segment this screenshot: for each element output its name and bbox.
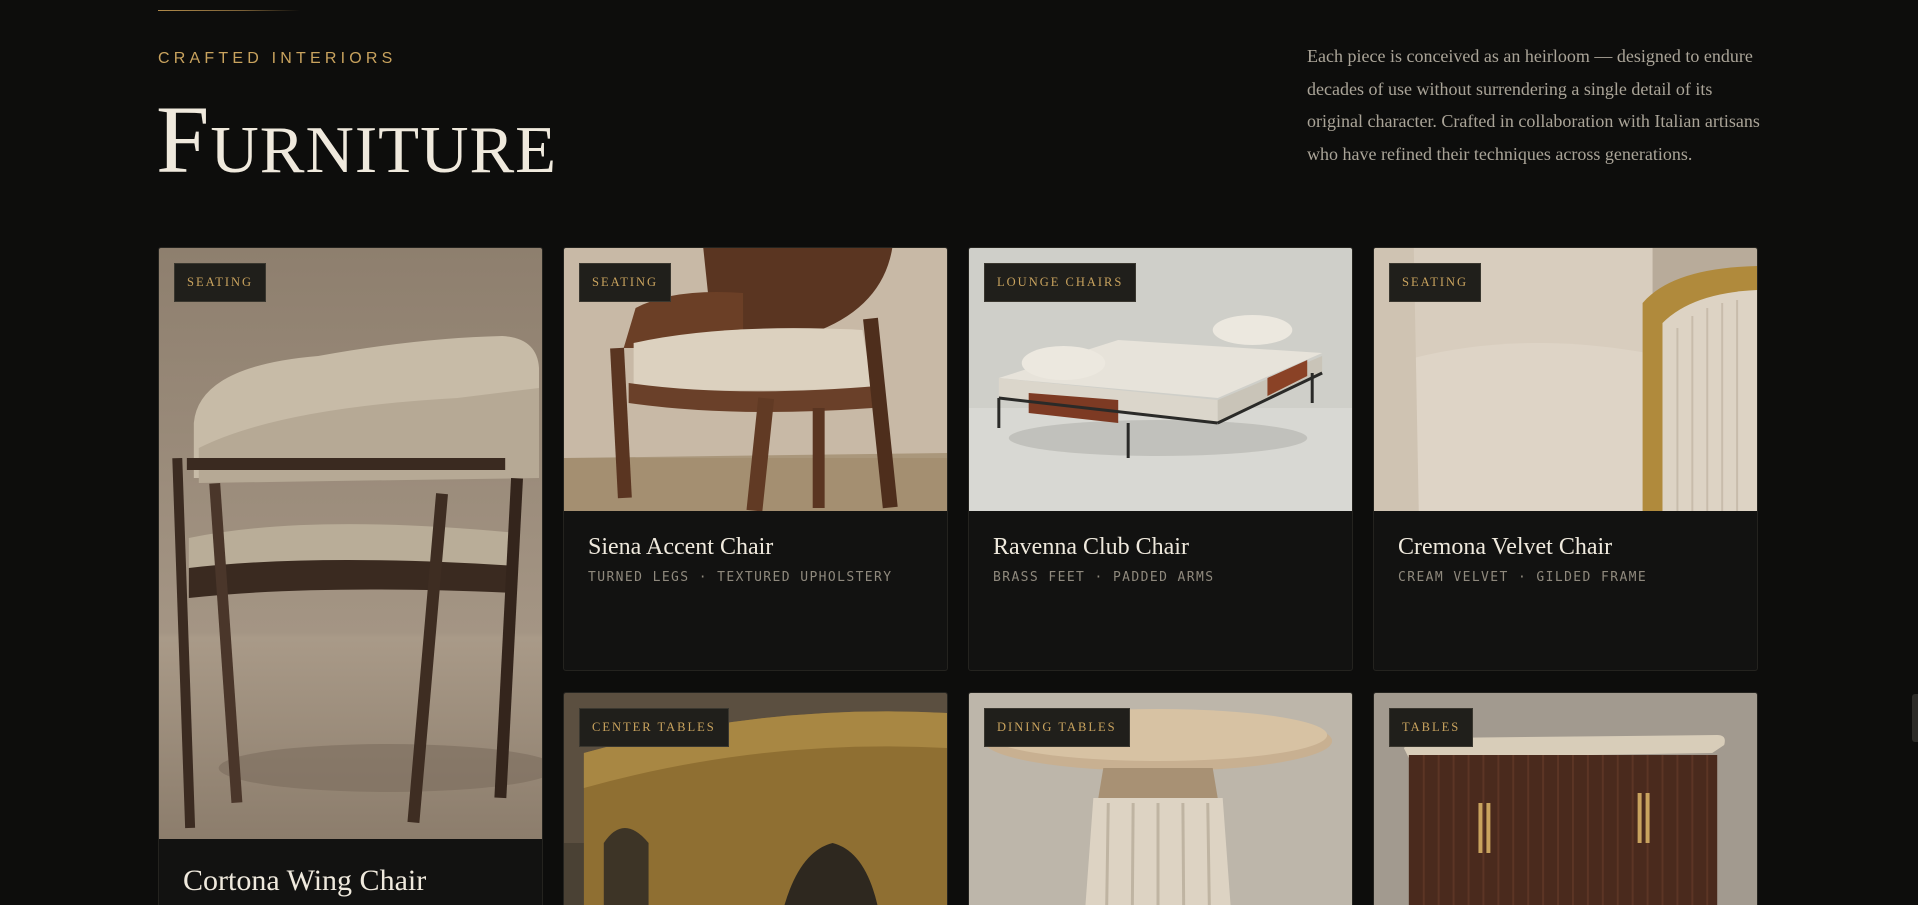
product-card-ravenna[interactable]: LOUNGE CHAIRS Ravenna Club Chair BRASS F…: [968, 247, 1353, 671]
cortona-chair-image: SEATING: [159, 248, 542, 839]
dining-table-image: DINING TABLES: [969, 693, 1352, 905]
intro-text: Each piece is conceived as an heirloom —…: [1307, 46, 1760, 164]
category-badge: SEATING: [579, 263, 672, 302]
product-card-cortona[interactable]: SEATING Cortona Wing Chair: [158, 247, 543, 905]
siena-chair-image: SEATING: [564, 248, 947, 511]
sideboard-image: TABLES: [1374, 693, 1757, 905]
product-name: Ravenna Club Chair: [993, 534, 1189, 560]
category-badge: SEATING: [174, 263, 267, 302]
cremona-chair-image: SEATING: [1374, 248, 1757, 511]
center-table-image: CENTER TABLES: [564, 693, 947, 905]
product-card-cremona[interactable]: SEATING Cremona Velvet Chair CREAM VELVE…: [1373, 247, 1758, 671]
product-details: BRASS FEET · PADDED ARMS: [993, 570, 1215, 585]
product-card-sideboard[interactable]: TABLES: [1373, 692, 1758, 905]
product-card-dining-table[interactable]: DINING TABLES: [968, 692, 1353, 905]
category-badge: DINING TABLES: [984, 708, 1130, 747]
category-badge: TABLES: [1389, 708, 1474, 747]
product-name: Siena Accent Chair: [588, 534, 774, 560]
product-details: TURNED LEGS · TEXTURED UPHOLSTERY: [588, 570, 893, 585]
product-card-center-table[interactable]: CENTER TABLES: [563, 692, 948, 905]
page-title: Furniture: [156, 86, 558, 193]
product-details: CREAM VELVET · GILDED FRAME: [1398, 570, 1648, 585]
product-name: Cremona Velvet Chair: [1398, 534, 1613, 560]
header-divider: [158, 10, 300, 11]
category-badge: LOUNGE CHAIRS: [984, 263, 1137, 302]
category-badge: SEATING: [1389, 263, 1482, 302]
product-card-siena[interactable]: SEATING Siena Accent Chair TURNED LEGS ·…: [563, 247, 948, 671]
category-badge: CENTER TABLES: [579, 708, 729, 747]
ravenna-daybed-image: LOUNGE CHAIRS: [969, 248, 1352, 511]
product-name: Cortona Wing Chair: [183, 864, 427, 897]
section-eyebrow: CRAFTED INTERIORS: [158, 50, 397, 67]
scrollbar-thumb[interactable]: [1912, 694, 1918, 742]
furniture-page: CRAFTED INTERIORS Furniture Each piece i…: [0, 0, 1918, 905]
